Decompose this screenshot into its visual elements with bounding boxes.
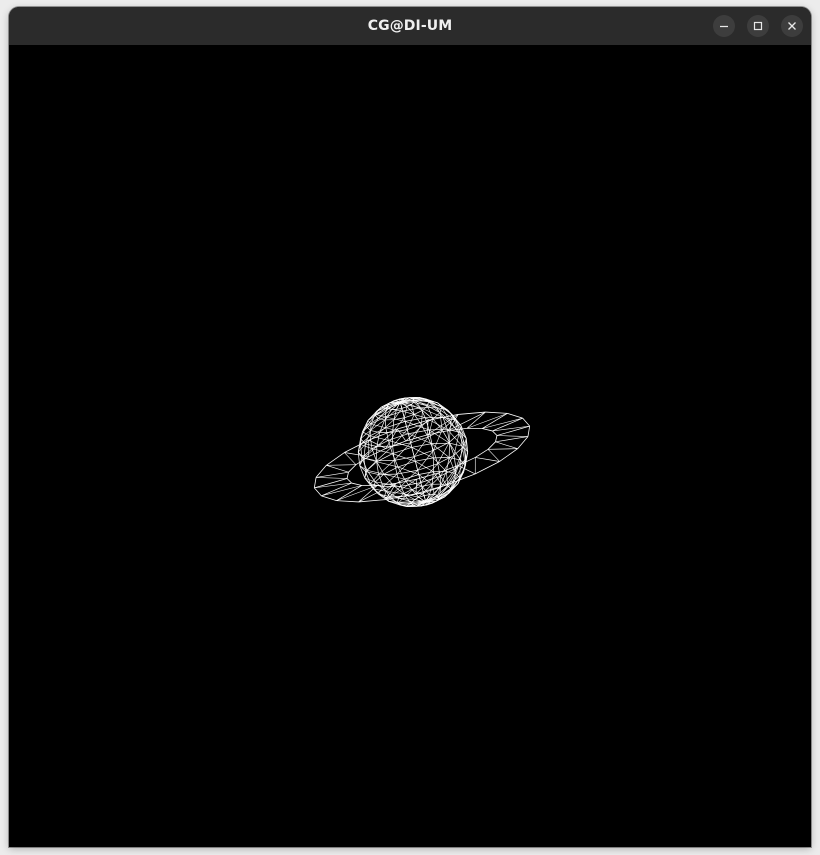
wire-edge <box>495 436 528 443</box>
wire-edge <box>376 445 393 462</box>
wire-edge <box>495 435 498 442</box>
wire-edge <box>371 440 389 450</box>
wire-edge <box>351 482 362 486</box>
wire-edge <box>316 477 348 479</box>
minimize-icon <box>720 25 728 28</box>
minimize-button[interactable] <box>713 15 735 37</box>
wire-edge <box>363 457 377 462</box>
close-button[interactable] <box>781 15 803 37</box>
wire-edge <box>314 478 348 489</box>
wire-edge <box>314 487 322 497</box>
wire-edge <box>313 477 317 488</box>
wire-edge <box>384 491 387 498</box>
wire-edge <box>466 413 508 429</box>
wire-edge <box>488 448 518 450</box>
wire-edge <box>417 470 422 483</box>
wire-edge <box>414 409 423 415</box>
wire-edge <box>475 461 500 475</box>
wire-edge <box>403 417 408 430</box>
wire-edge <box>466 411 486 429</box>
wire-edge <box>315 465 327 478</box>
wire-edge <box>434 494 438 496</box>
wire-edge <box>396 473 402 487</box>
wire-edge <box>487 441 496 450</box>
render-viewport[interactable] <box>9 45 811 847</box>
wire-edge <box>421 410 423 425</box>
wire-edge <box>365 471 379 475</box>
wire-edge <box>385 427 409 435</box>
wire-edge <box>431 443 450 458</box>
wire-edge <box>392 446 412 455</box>
wire-edge <box>348 464 357 473</box>
wire-edge <box>346 472 349 479</box>
wire-edge <box>433 450 439 464</box>
wire-edge <box>316 471 349 478</box>
wire-edge <box>385 484 394 492</box>
wire-edge <box>388 408 392 410</box>
wire-edge <box>522 417 530 427</box>
wire-edge <box>365 460 377 472</box>
wire-edge <box>385 427 389 441</box>
wire-edge <box>358 485 378 503</box>
wire-edge <box>415 479 418 494</box>
wire-edge <box>401 408 405 418</box>
wire-edge <box>418 471 434 475</box>
ring-wireframe-back <box>313 411 530 489</box>
wire-edge <box>375 415 379 419</box>
wire-edge <box>496 435 528 437</box>
maximize-icon <box>753 21 763 31</box>
wire-edge <box>413 456 419 471</box>
maximize-button[interactable] <box>747 15 769 37</box>
wire-edge <box>458 465 476 475</box>
wire-edge <box>475 448 489 458</box>
close-icon <box>788 22 796 30</box>
wire-edge <box>410 442 415 457</box>
sphere-wireframe <box>357 397 469 507</box>
wire-edge <box>496 425 530 436</box>
wire-edge <box>369 435 373 449</box>
wire-edge <box>482 428 493 432</box>
wire-edge <box>485 411 508 414</box>
wire-edge <box>426 420 429 435</box>
wire-edge <box>401 406 408 409</box>
wire-edge <box>326 452 345 466</box>
wire-edge <box>517 436 529 449</box>
wire-edge <box>507 412 523 419</box>
title-bar[interactable]: CG@DI-UM <box>9 7 811 45</box>
wire-edge <box>402 407 421 412</box>
app-window: CG@DI-UM <box>9 7 811 847</box>
wire-edge <box>423 492 426 501</box>
wire-edge <box>404 474 419 480</box>
wire-edge <box>495 441 518 449</box>
ring-wireframe-front <box>314 425 531 503</box>
wire-edge <box>527 426 531 437</box>
wire-edge <box>336 485 378 501</box>
wire-edge <box>346 478 352 484</box>
wire-edge <box>450 415 454 423</box>
wire-edge <box>393 460 398 475</box>
wire-edge <box>336 500 359 503</box>
wire-edge <box>321 495 337 502</box>
window-title: CG@DI-UM <box>367 18 453 34</box>
scene-canvas <box>313 397 531 507</box>
wire-edge <box>415 457 434 462</box>
wire-edge <box>326 464 356 466</box>
wire-edge <box>413 436 429 457</box>
wire-edge <box>360 426 367 439</box>
wire-edge <box>326 465 349 473</box>
wire-edge <box>397 498 399 503</box>
wire-edge <box>411 401 415 405</box>
wire-edge <box>363 457 366 472</box>
wire-edge <box>492 430 498 436</box>
wire-edge <box>405 417 426 422</box>
wire-edge <box>499 448 518 462</box>
